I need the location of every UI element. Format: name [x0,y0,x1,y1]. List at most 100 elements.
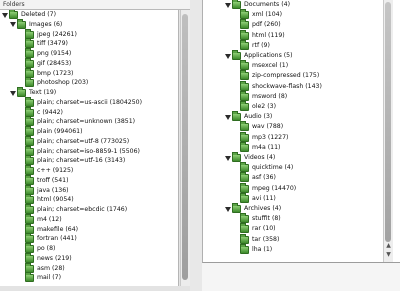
empty-area [202,263,400,291]
right-tree-item[interactable]: ole2 (3) [233,101,276,112]
left-tree-item[interactable]: Images (6) [10,18,63,30]
folder-label: mp3 (1227) [252,133,289,141]
folder-icon [240,182,249,193]
left-tree-item[interactable]: photoshop (203) [18,77,89,88]
folder-icon [240,101,249,111]
folder-label: png (9154) [37,50,72,57]
folder-icon [240,141,249,152]
right-tree-item[interactable]: avi (11) [233,192,276,204]
folder-label: ole2 (3) [252,103,276,110]
folder-label: avi (11) [252,194,276,202]
folder-label: photoshop (203) [37,79,89,87]
left-tree-item[interactable]: plain; charset=unknown (3851) [18,116,136,127]
scroll-down-arrow-icon[interactable]: ▼ [385,251,392,258]
folder-label: plain (994061) [37,128,83,135]
right-tree-item[interactable]: Audio (3) [225,111,272,122]
folder-icon [240,233,249,244]
left-tree-item[interactable]: plain; charset=ebcdic (1746) [18,204,128,215]
right-scrollbar-thumb[interactable] [385,2,391,242]
folder-icon [240,131,249,142]
right-folder-tree: Documents (4) xml (104) pdf (260) html (119… [202,0,400,263]
disclosure-triangle-icon[interactable] [225,2,231,8]
folder-label: Applications (5) [244,52,293,59]
folder-icon [240,9,249,20]
folder-label: fortran (441) [37,235,77,243]
folder-label: zip-compressed (175) [252,72,320,80]
folder-label: html (9054) [37,196,74,204]
folder-icon [240,213,249,224]
folder-label: tiff (3479) [37,40,68,48]
right-scrollbar[interactable]: ▲ ▼ [383,0,393,262]
left-tree-item[interactable]: plain; charset=iso-8859-1 (5506) [18,145,140,157]
folder-label: quicktime (4) [252,164,294,172]
folder-icon [25,272,34,283]
folder-icon [240,19,249,30]
folder-label: Images (6) [29,20,63,28]
disclosure-triangle-icon[interactable] [225,155,231,161]
folder-label: m4 (12) [37,215,62,223]
right-tree-item[interactable]: Documents (4) [225,0,290,10]
folder-icon [232,50,241,60]
left-tree-item[interactable]: Deleted (7) [2,10,56,20]
folder-label: lha (1) [252,245,273,253]
folder-label: Videos (4) [244,154,276,161]
folders-header: Folders [0,0,190,10]
right-tree-item[interactable]: Videos (4) [225,152,276,163]
right-tree-item[interactable]: Archives (4) [225,203,282,214]
folder-label: rar (10) [252,225,276,233]
left-tree-item[interactable]: plain; charset=utf-8 (773025) [18,135,130,147]
disclosure-triangle-icon[interactable] [225,53,231,59]
left-scrollbar[interactable] [180,10,190,286]
left-tree-item[interactable]: po (8) [18,243,55,254]
folder-label: plain; charset=unknown (3851) [37,118,136,126]
folder-label: news (219) [37,254,72,262]
folder-label: plain; charset=iso-8859-1 (5506) [37,147,140,155]
folder-label: makefile (64) [37,225,79,233]
folder-label: tar (358) [252,235,280,243]
disclosure-triangle-icon[interactable] [10,90,16,96]
right-tree-item[interactable]: rtf (9) [233,39,270,51]
right-tree-item[interactable]: m4a (11) [233,141,280,153]
folder-label: asm (28) [37,264,65,272]
folder-label: bmp (1723) [37,69,74,77]
folder-label: java (136) [37,186,69,194]
disclosure-triangle-icon[interactable] [225,206,231,212]
folder-label: plain; charset=utf-8 (773025) [37,137,130,145]
folder-icon [240,90,249,101]
folder-label: gif (28453) [37,59,72,67]
folder-icon [240,243,249,254]
folder-label: plain; charset=us-ascii (1804250) [37,98,143,106]
folder-label: Deleted (7) [21,11,56,18]
right-tree-item[interactable]: shockwave-flash (143) [233,80,322,92]
disclosure-triangle-icon[interactable] [225,114,231,120]
folder-label: jpeg (24261) [37,30,77,38]
left-tree-item[interactable]: plain; charset=us-ascii (1804250) [18,96,143,108]
folder-label: Archives (4) [244,205,282,212]
folder-icon [240,162,249,173]
right-tree-item[interactable]: lha (1) [233,243,273,255]
folder-icon [232,152,241,162]
folder-label: pdf (260) [252,21,281,29]
left-tree-item[interactable]: plain; charset=utf-16 (3143) [18,155,125,166]
folder-icon [232,0,241,9]
left-scrollbar-thumb[interactable] [182,14,188,280]
folder-icon [240,192,249,203]
folder-icon [240,121,249,132]
right-tree-item[interactable]: Applications (5) [225,50,293,61]
folder-icon [232,111,241,122]
folder-label: stuffit (8) [252,215,281,223]
folder-label: msword (8) [252,92,288,100]
folder-label: Text (19) [29,89,57,96]
folder-icon [232,203,241,213]
scroll-up-arrow-icon[interactable]: ▲ [385,242,392,249]
left-tree-item[interactable]: Text (19) [10,87,57,98]
left-tree-item[interactable]: mail (7) [18,272,61,283]
folder-icon [240,172,249,183]
folders-panel: Folders Deleted (7) Images (6) jpeg (24261… [0,0,190,291]
disclosure-triangle-icon[interactable] [10,22,16,28]
folder-icon [240,70,249,81]
folder-label: plain; charset=ebcdic (1746) [37,206,128,213]
folder-label: mail (7) [37,274,61,282]
left-folder-tree: Deleted (7) Images (6) jpeg (24261) tiff (3… [0,10,179,286]
disclosure-triangle-icon[interactable] [2,12,8,18]
